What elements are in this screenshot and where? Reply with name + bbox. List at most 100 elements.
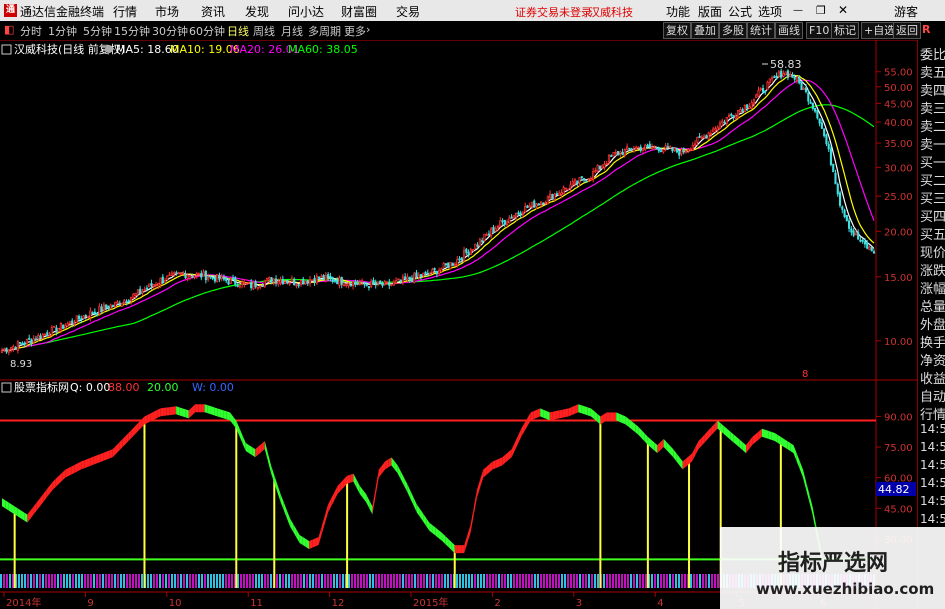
- period-weekly[interactable]: 周线: [253, 23, 275, 39]
- candle-body: [444, 263, 448, 266]
- draw-line-button[interactable]: 画线: [775, 22, 803, 39]
- adjust-button[interactable]: 复权: [663, 22, 691, 39]
- period-multi[interactable]: 多周期: [308, 23, 341, 39]
- close-icon[interactable]: ✕: [838, 3, 848, 17]
- stripe-bar: [357, 574, 359, 588]
- date-tick-label: 3: [576, 598, 582, 609]
- indicator-box-icon[interactable]: [1, 382, 12, 393]
- indicator-segment: [131, 426, 135, 438]
- chevron-right-icon[interactable]: ›: [366, 23, 370, 36]
- candle-body: [39, 335, 42, 339]
- indicator-segment: [495, 458, 500, 469]
- period-5min[interactable]: 5分钟: [83, 23, 112, 39]
- indicator-segment: [207, 405, 211, 415]
- indicator-segment: [163, 407, 167, 416]
- ma60-line: [1, 104, 875, 352]
- restore-icon[interactable]: ❐: [816, 4, 826, 17]
- candle-body: [594, 170, 597, 173]
- login-status[interactable]: 证券交易未登录: [515, 4, 592, 20]
- menu-ask[interactable]: 问小达: [288, 3, 324, 20]
- indicator-segment: [600, 414, 604, 425]
- auto-label[interactable]: 自动: [920, 386, 945, 405]
- mark-button[interactable]: 标记: [831, 22, 859, 39]
- menu-function[interactable]: 功能: [666, 3, 690, 20]
- period-1min[interactable]: 1分钟: [48, 23, 77, 39]
- indicator-segment: [533, 409, 538, 420]
- candle-body: [356, 282, 359, 285]
- period-intraday[interactable]: 分时: [20, 23, 42, 39]
- order-book-label: 净资: [920, 354, 945, 369]
- stripe-bar: [705, 574, 707, 588]
- candle-body: [351, 281, 355, 286]
- back-button[interactable]: 返回: [893, 22, 921, 39]
- candle-body: [96, 312, 99, 315]
- stripe-bar: [534, 574, 536, 588]
- stats-button[interactable]: 统计: [747, 22, 775, 39]
- stripe-bar: [162, 574, 164, 588]
- candle-body: [673, 147, 676, 151]
- menu-quotes[interactable]: 行情: [113, 3, 137, 20]
- indicator-segment: [65, 467, 69, 478]
- legend-box-icon[interactable]: [1, 44, 12, 55]
- f10-button[interactable]: F10: [806, 22, 833, 39]
- candle-body: [114, 301, 117, 308]
- stripe-bar: [195, 574, 197, 588]
- menu-market[interactable]: 市场: [155, 3, 179, 20]
- indicator-segment: [651, 439, 655, 451]
- price-tick-label: 30.00: [884, 163, 913, 174]
- menu-discover[interactable]: 发现: [245, 3, 269, 20]
- collapse-icon[interactable]: ◧: [4, 23, 14, 36]
- stripe-bar: [555, 574, 557, 588]
- stripe-bar: [321, 574, 323, 588]
- candle-body: [349, 284, 352, 287]
- period-60min[interactable]: 60分钟: [189, 23, 225, 39]
- candle-body: [229, 278, 232, 284]
- stripe-bar: [246, 574, 248, 588]
- stripe-bar: [477, 574, 479, 588]
- indicator-segment: [451, 542, 455, 554]
- period-15min[interactable]: 15分钟: [114, 23, 150, 39]
- settings-gear-icon[interactable]: [105, 45, 113, 53]
- minimize-icon[interactable]: —: [793, 5, 803, 16]
- stripe-bar: [27, 574, 29, 588]
- overlay-button[interactable]: 叠加: [691, 22, 719, 39]
- menu-formula[interactable]: 公式: [728, 3, 752, 20]
- period-monthly[interactable]: 月线: [281, 23, 303, 39]
- stripe-bar: [546, 574, 548, 588]
- menu-wealth-circle[interactable]: 财富圈: [341, 3, 377, 20]
- order-book-label: 买一: [920, 156, 945, 171]
- indicator-segment: [27, 510, 31, 523]
- indicator-blue-label: W: 0.00: [192, 381, 234, 394]
- indicator-segment: [242, 435, 246, 452]
- stripe-bar: [423, 574, 425, 588]
- candle-body: [98, 305, 101, 315]
- candle-body: [28, 337, 31, 340]
- candle-body: [288, 282, 291, 285]
- guest-label[interactable]: 游客: [894, 3, 918, 20]
- candle-body: [80, 318, 83, 321]
- order-book-label: 卖四: [920, 84, 945, 99]
- menu-news[interactable]: 资讯: [201, 3, 225, 20]
- candle-body: [789, 73, 792, 78]
- candle-body: [118, 302, 121, 306]
- multi-stock-button[interactable]: 多股: [719, 22, 747, 39]
- menu-layout[interactable]: 版面: [698, 3, 722, 20]
- period-30min[interactable]: 30分钟: [152, 23, 188, 39]
- stripe-bar: [342, 574, 344, 588]
- indicator-segment: [71, 464, 75, 475]
- stripe-bar: [111, 574, 113, 588]
- chart-area[interactable]: 汉威科技(日线 前复权) 汉威科技(日线 前复权) MA5: 18.60 MA1…: [0, 40, 917, 609]
- period-more[interactable]: 更多: [344, 23, 366, 39]
- candle-body: [19, 341, 22, 344]
- order-book-label: 收益: [920, 372, 945, 387]
- candle-body: [134, 292, 137, 296]
- candle-body: [331, 277, 334, 283]
- period-daily[interactable]: 日线: [227, 23, 249, 39]
- right-panel-toggle-icon[interactable]: R: [922, 23, 930, 36]
- candle-body: [870, 246, 873, 252]
- menu-trade[interactable]: 交易: [396, 3, 420, 20]
- stripe-bar: [228, 574, 230, 588]
- indicator-segment: [742, 442, 747, 454]
- menu-options[interactable]: 选项: [758, 3, 782, 20]
- quote-label[interactable]: 行情: [920, 404, 945, 423]
